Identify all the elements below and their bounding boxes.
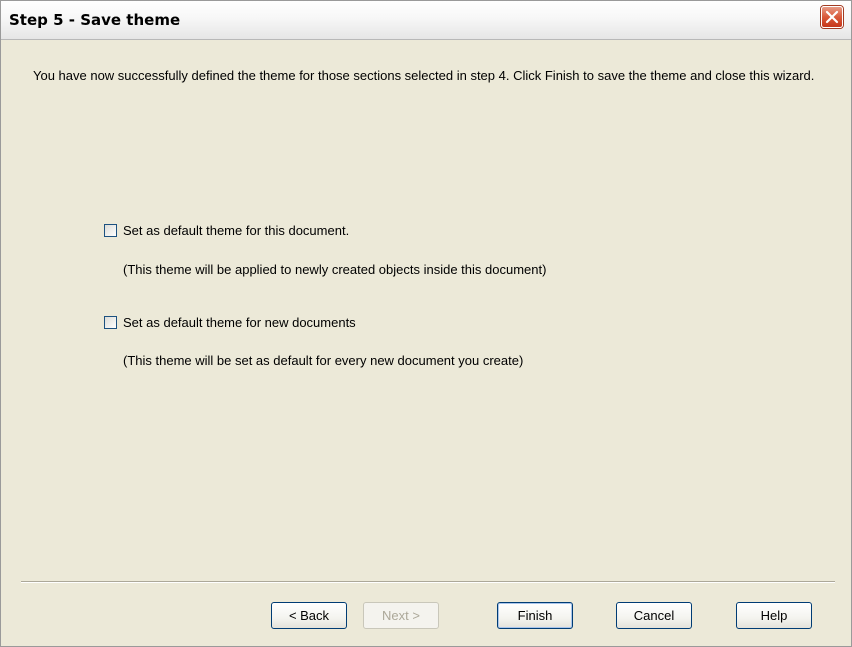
window-title: Step 5 - Save theme	[9, 11, 181, 29]
close-button[interactable]	[821, 6, 843, 28]
option-default-new-documents[interactable]: Set as default theme for new documents	[104, 315, 404, 332]
help-button[interactable]: Help	[736, 602, 812, 629]
button-divider	[21, 581, 835, 583]
default-this-document-label[interactable]: Set as default theme for this document.	[123, 223, 349, 238]
default-new-documents-checkbox[interactable]	[104, 316, 117, 329]
default-this-document-checkbox[interactable]	[104, 224, 117, 237]
cancel-button[interactable]: Cancel	[616, 602, 692, 629]
finish-button[interactable]: Finish	[497, 602, 573, 629]
default-this-document-note: (This theme will be applied to newly cre…	[123, 262, 547, 277]
next-button[interactable]: Next >	[363, 602, 439, 629]
wizard-dialog: Step 5 - Save theme You have now success…	[0, 0, 852, 647]
title-bar[interactable]: Step 5 - Save theme	[1, 1, 851, 40]
option-default-this-document[interactable]: Set as default theme for this document.	[104, 223, 404, 240]
default-new-documents-note: (This theme will be set as default for e…	[123, 353, 524, 368]
default-new-documents-label[interactable]: Set as default theme for new documents	[123, 315, 356, 330]
back-button[interactable]: < Back	[271, 602, 347, 629]
dialog-body: You have now successfully defined the th…	[1, 40, 851, 646]
intro-text: You have now successfully defined the th…	[33, 68, 815, 83]
